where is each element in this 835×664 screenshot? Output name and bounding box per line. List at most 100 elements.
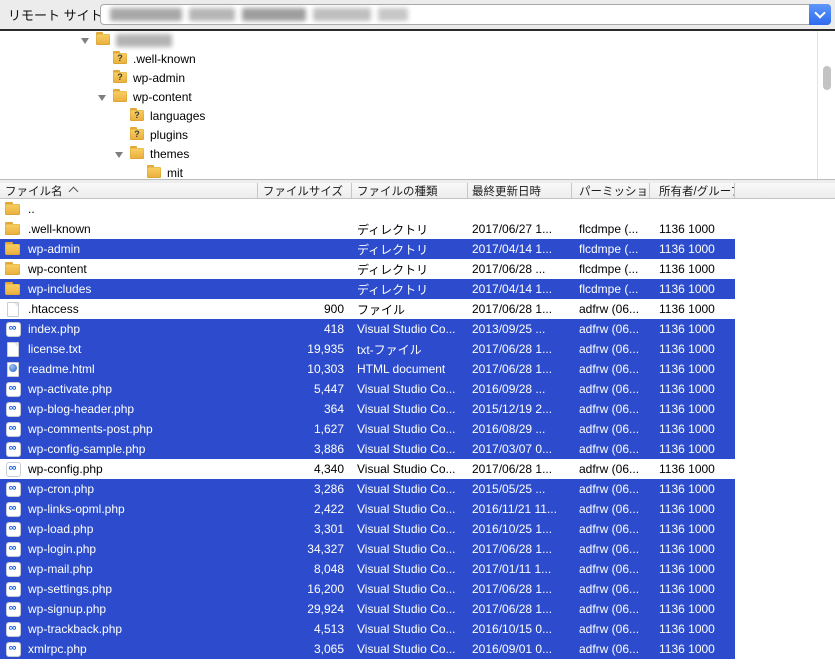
file-type — [352, 199, 468, 219]
file-row-wp-activate.php[interactable]: wp-activate.php5,447Visual Studio Co...2… — [0, 379, 735, 399]
file-row-.well-known[interactable]: .well-knownディレクトリ2017/06/27 1...flcdmpe … — [0, 219, 735, 239]
remote-site-combobox[interactable] — [100, 4, 831, 25]
file-type: Visual Studio Co... — [352, 559, 468, 579]
file-row-wp-cron.php[interactable]: wp-cron.php3,286Visual Studio Co...2015/… — [0, 479, 735, 499]
file-row-license.txt[interactable]: license.txt19,935txt-ファイル2017/06/28 1...… — [0, 339, 735, 359]
tree-item-plugins[interactable]: ?plugins — [0, 126, 835, 145]
tree-item-wp-admin[interactable]: ?wp-admin — [0, 69, 835, 88]
file-owner-group: 1136 1000 — [650, 519, 735, 539]
file-row-wp-config-sample.php[interactable]: wp-config-sample.php3,886Visual Studio C… — [0, 439, 735, 459]
file-row-wp-trackback.php[interactable]: wp-trackback.php4,513Visual Studio Co...… — [0, 619, 735, 639]
file-row-wp-includes[interactable]: wp-includesディレクトリ2017/04/14 1...flcdmpe … — [0, 279, 735, 299]
file-type: Visual Studio Co... — [352, 439, 468, 459]
php-file-icon — [5, 561, 21, 577]
tree-item-redacted-folder[interactable] — [0, 31, 835, 50]
file-row-wp-settings.php[interactable]: wp-settings.php16,200Visual Studio Co...… — [0, 579, 735, 599]
file-size-value: 5,447 — [314, 382, 344, 396]
file-row-xmlrpc.php[interactable]: xmlrpc.php3,065Visual Studio Co...2016/0… — [0, 639, 735, 659]
tree-item-wp-content[interactable]: wp-content — [0, 88, 835, 107]
file-type: Visual Studio Co... — [352, 319, 468, 339]
file-row-wp-links-opml.php[interactable]: wp-links-opml.php2,422Visual Studio Co..… — [0, 499, 735, 519]
tree-item-themes[interactable]: themes — [0, 145, 835, 164]
disclosure-triangle-icon[interactable] — [115, 152, 123, 158]
file-size — [258, 279, 352, 299]
file-modified-value: 2017/04/14 1... — [472, 242, 552, 256]
file-modified: 2016/11/21 11... — [468, 499, 572, 519]
tree-item-label: plugins — [150, 128, 188, 142]
file-modified: 2017/06/28 1... — [468, 339, 572, 359]
file-row-wp-load.php[interactable]: wp-load.php3,301Visual Studio Co...2016/… — [0, 519, 735, 539]
file-owner-group-value: 1136 1000 — [659, 522, 715, 536]
file-modified: 2016/10/25 1... — [468, 519, 572, 539]
file-modified-value: 2016/10/25 1... — [472, 522, 552, 536]
column-header-filesize[interactable]: ファイルサイズ — [258, 183, 352, 198]
file-row-wp-comments-post.php[interactable]: wp-comments-post.php1,627Visual Studio C… — [0, 419, 735, 439]
file-permissions-value: adfrw (06... — [579, 542, 639, 556]
column-header-label: ファイルの種類 — [357, 183, 438, 198]
file-permissions: adfrw (06... — [572, 419, 650, 439]
file-name-cell: wp-comments-post.php — [0, 419, 258, 439]
file-row-wp-login.php[interactable]: wp-login.php34,327Visual Studio Co...201… — [0, 539, 735, 559]
file-name: wp-comments-post.php — [28, 422, 153, 436]
file-type: ディレクトリ — [352, 259, 468, 279]
file-row-.htaccess[interactable]: .htaccess900ファイル2017/06/28 1...adfrw (06… — [0, 299, 735, 319]
file-owner-group-value: 1136 1000 — [659, 362, 715, 376]
file-owner-group-value: 1136 1000 — [659, 342, 715, 356]
remote-directory-tree: ?.well-known?wp-adminwp-content?language… — [0, 31, 835, 179]
file-size: 1,627 — [258, 419, 352, 439]
file-permissions: flcdmpe (... — [572, 219, 650, 239]
tree-item-languages[interactable]: ?languages — [0, 107, 835, 126]
column-header-filename[interactable]: ファイル名 — [0, 183, 258, 198]
file-owner-group-value: 1136 1000 — [659, 542, 715, 556]
file-row-wp-mail.php[interactable]: wp-mail.php8,048Visual Studio Co...2017/… — [0, 559, 735, 579]
php-file-icon — [5, 401, 21, 417]
file-owner-group-value: 1136 1000 — [659, 322, 715, 336]
file-owner-group: 1136 1000 — [650, 419, 735, 439]
file-type-value: Visual Studio Co... — [357, 622, 456, 636]
file-row-index.php[interactable]: index.php418Visual Studio Co...2013/09/2… — [0, 319, 735, 339]
tree-item-label: themes — [150, 147, 189, 161]
file-type-value: Visual Studio Co... — [357, 642, 456, 656]
file-modified-value: 2015/05/25 ... — [472, 482, 545, 496]
file-name: wp-trackback.php — [28, 622, 122, 636]
file-row-..[interactable]: .. — [0, 199, 735, 219]
file-modified: 2017/06/28 1... — [468, 599, 572, 619]
file-modified: 2017/06/28 1... — [468, 299, 572, 319]
file-modified-value: 2017/06/28 1... — [472, 542, 552, 556]
file-name-cell: wp-links-opml.php — [0, 499, 258, 519]
tree-scrollbar[interactable] — [817, 31, 835, 179]
disclosure-triangle-icon[interactable] — [98, 95, 106, 101]
file-row-wp-blog-header.php[interactable]: wp-blog-header.php364Visual Studio Co...… — [0, 399, 735, 419]
file-size: 10,303 — [258, 359, 352, 379]
file-row-wp-content[interactable]: wp-contentディレクトリ2017/06/28 ...flcdmpe (.… — [0, 259, 735, 279]
file-row-readme.html[interactable]: readme.html10,303HTML document2017/06/28… — [0, 359, 735, 379]
file-owner-group-value: 1136 1000 — [659, 282, 715, 296]
file-name: wp-content — [28, 262, 87, 276]
file-modified-value: 2017/01/11 1... — [472, 562, 551, 576]
file-modified-value: 2017/04/14 1... — [472, 282, 552, 296]
file-size-value: 10,303 — [307, 362, 344, 376]
column-header-last-modified[interactable]: 最終更新日時 — [468, 183, 572, 198]
file-permissions: adfrw (06... — [572, 339, 650, 359]
disclosure-triangle-icon[interactable] — [81, 38, 89, 44]
tree-item-mit[interactable]: mit — [0, 164, 835, 179]
combobox-dropdown-button[interactable] — [809, 4, 831, 25]
file-size — [258, 239, 352, 259]
file-row-wp-signup.php[interactable]: wp-signup.php29,924Visual Studio Co...20… — [0, 599, 735, 619]
php-file-icon — [5, 461, 21, 477]
file-row-wp-config.php[interactable]: wp-config.php4,340Visual Studio Co...201… — [0, 459, 735, 479]
column-header-permissions[interactable]: パーミッション — [572, 183, 650, 198]
tree-scrollbar-thumb[interactable] — [823, 66, 831, 90]
file-permissions: adfrw (06... — [572, 319, 650, 339]
file-modified-value: 2017/06/28 1... — [472, 462, 552, 476]
file-size-value: 3,286 — [314, 482, 344, 496]
file-type: Visual Studio Co... — [352, 639, 468, 659]
file-icon — [5, 341, 21, 357]
column-header-owner-group[interactable]: 所有者/グループ — [650, 183, 735, 198]
file-size-value: 16,200 — [307, 582, 344, 596]
file-type-value: ディレクトリ — [357, 241, 428, 258]
tree-item-.well-known[interactable]: ?.well-known — [0, 50, 835, 69]
file-owner-group-value: 1136 1000 — [659, 502, 715, 516]
file-row-wp-admin[interactable]: wp-adminディレクトリ2017/04/14 1...flcdmpe (..… — [0, 239, 735, 259]
column-header-filetype[interactable]: ファイルの種類 — [352, 183, 468, 198]
